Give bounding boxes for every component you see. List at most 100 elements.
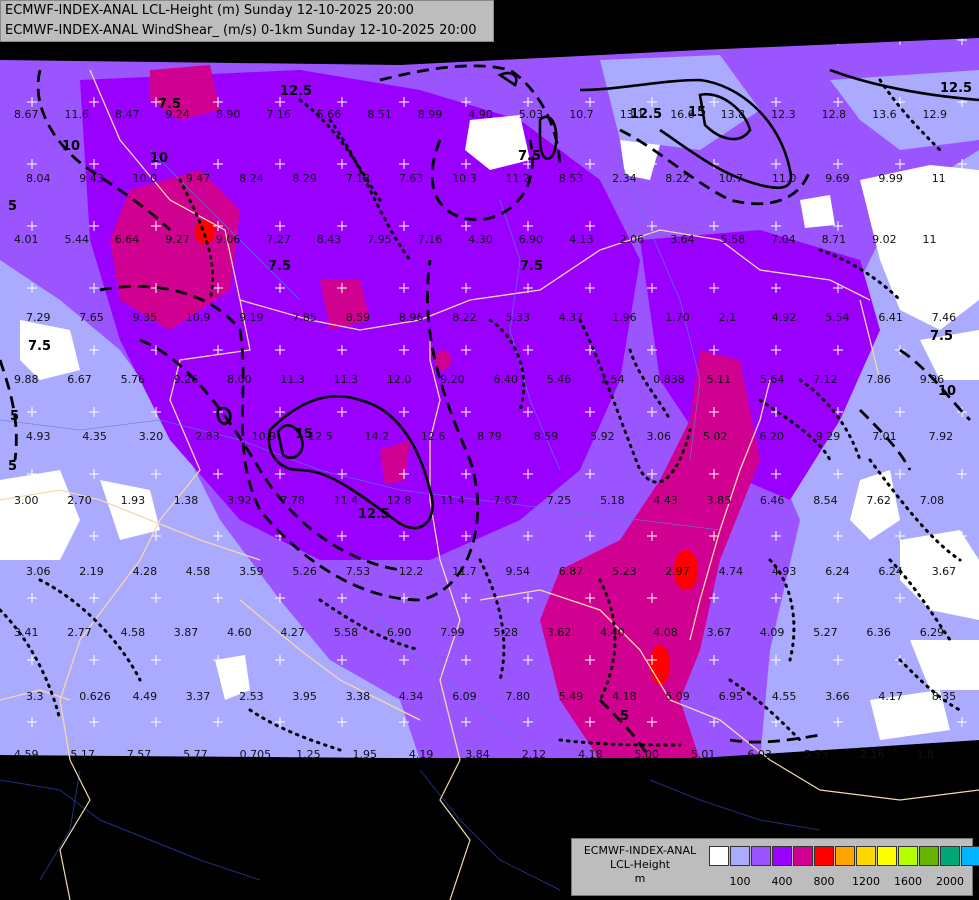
station-value: 7.16 — [266, 108, 291, 121]
title-windshear: ECMWF-INDEX-ANAL WindShear_ (m/s) 0-1km … — [5, 23, 477, 38]
station-value: 1.25 — [296, 748, 321, 761]
legend-tick-label: 100 — [729, 875, 751, 888]
station-value: 9.29 — [816, 430, 841, 443]
station-value: 9.54 — [506, 565, 531, 578]
station-value: 3.92 — [227, 494, 252, 507]
station-value: 5.54 — [825, 311, 850, 324]
station-value: 11.4 — [440, 494, 465, 507]
station-value: 5.18 — [600, 494, 625, 507]
station-value: 4.13 — [569, 233, 594, 246]
station-value: 10.7 — [569, 108, 594, 121]
contour-label: 5 — [10, 409, 19, 424]
station-value: 9.20 — [440, 373, 465, 386]
legend-tick-label: 2000 — [936, 875, 964, 888]
station-value: 4.93 — [772, 565, 797, 578]
station-value: 5.11 — [707, 373, 732, 386]
station-value: 9.27 — [165, 233, 190, 246]
station-value: 13.6 — [872, 108, 897, 121]
station-value: 10.9 — [252, 430, 277, 443]
station-value: 7.86 — [866, 373, 891, 386]
station-value: 2.12 — [522, 748, 547, 761]
station-value: 4.28 — [133, 565, 158, 578]
station-value: 0.838 — [653, 373, 685, 386]
contour-label: 10 — [150, 151, 168, 166]
station-value: 7.12 — [813, 373, 838, 386]
station-value: 6.09 — [452, 690, 477, 703]
station-value: 7.27 — [266, 233, 291, 246]
station-value: 12.8 — [822, 108, 847, 121]
station-value: 4.30 — [468, 233, 493, 246]
station-value: 8.35 — [932, 690, 957, 703]
station-value: 6.03 — [747, 748, 772, 761]
station-value: 1.95 — [353, 748, 378, 761]
station-value: 4.90 — [468, 108, 493, 121]
station-value: 2.19 — [79, 565, 104, 578]
station-value: 12.2 — [399, 565, 424, 578]
station-value: 6.24 — [825, 565, 850, 578]
station-value: 5.03 — [519, 108, 544, 121]
station-value: 5.33 — [506, 311, 531, 324]
station-value: 4.58 — [186, 565, 211, 578]
station-value: 4.17 — [878, 690, 903, 703]
station-value: 9.96 — [920, 373, 945, 386]
station-value: 1.70 — [665, 311, 690, 324]
station-value: 6.67 — [67, 373, 92, 386]
station-value: 9.99 — [878, 172, 903, 185]
station-value: 0.705 — [240, 748, 272, 761]
station-value: 5.02 — [703, 430, 728, 443]
station-value: 1.93 — [121, 494, 146, 507]
contour-label: 7.5 — [28, 339, 51, 354]
station-value: 8.00 — [227, 373, 252, 386]
station-value: 7.53 — [346, 565, 371, 578]
station-value: 5.17 — [70, 748, 95, 761]
station-value: 5.00 — [635, 748, 660, 761]
legend-title: ECMWF-INDEX-ANAL LCL-Height m — [572, 844, 708, 886]
station-value: 7.99 — [440, 626, 465, 639]
station-value: 7.04 — [771, 233, 796, 246]
station-value: 12.5 — [308, 430, 333, 443]
legend-swatch — [814, 846, 834, 866]
legend-swatch — [940, 846, 960, 866]
station-value: 9.35 — [133, 311, 158, 324]
station-value: 4.35 — [82, 430, 107, 443]
station-value: 7.29 — [26, 311, 51, 324]
station-value: 3.06 — [26, 565, 51, 578]
station-value: 3.59 — [239, 565, 264, 578]
station-value: 2.1 — [719, 311, 737, 324]
legend-tick-label: 800 — [813, 875, 835, 888]
station-value: 7.85 — [292, 311, 317, 324]
station-value: 8.96 — [399, 311, 424, 324]
station-value: 8.29 — [292, 172, 317, 185]
station-value: 1.54 — [600, 373, 625, 386]
station-value: 4.58 — [121, 626, 146, 639]
station-value: 7.95 — [367, 233, 392, 246]
station-value: 4.92 — [772, 311, 797, 324]
station-value: 13.8 — [721, 108, 746, 121]
legend-swatch — [898, 846, 918, 866]
station-value: 8.90 — [216, 108, 241, 121]
station-value: 7.62 — [866, 494, 891, 507]
legend-swatch — [730, 846, 750, 866]
legend-swatch — [856, 846, 876, 866]
legend-swatch — [709, 846, 729, 866]
title-lcl-height: ECMWF-INDEX-ANAL LCL-Height (m) Sunday 1… — [5, 3, 414, 18]
station-value: 4.74 — [719, 565, 744, 578]
contour-label: 12.5 — [358, 507, 390, 522]
station-value: 11.3 — [280, 373, 305, 386]
station-value: 9.43 — [79, 172, 104, 185]
contour-label: 10 — [62, 139, 80, 154]
station-value: 3.67 — [932, 565, 957, 578]
station-value: 4.59 — [14, 748, 39, 761]
station-value: 5.76 — [121, 373, 146, 386]
station-value: 4.09 — [760, 626, 785, 639]
station-value: 4.01 — [14, 233, 39, 246]
station-value: 8.54 — [813, 494, 838, 507]
station-value: 5.58 — [334, 626, 359, 639]
station-value: 2.06 — [620, 233, 645, 246]
station-value: 2.83 — [195, 430, 220, 443]
station-value: 3.66 — [825, 690, 850, 703]
station-value: 4.55 — [772, 690, 797, 703]
station-value: 3.20 — [139, 430, 164, 443]
station-value: 13.1 — [620, 108, 645, 121]
legend-swatch — [751, 846, 771, 866]
